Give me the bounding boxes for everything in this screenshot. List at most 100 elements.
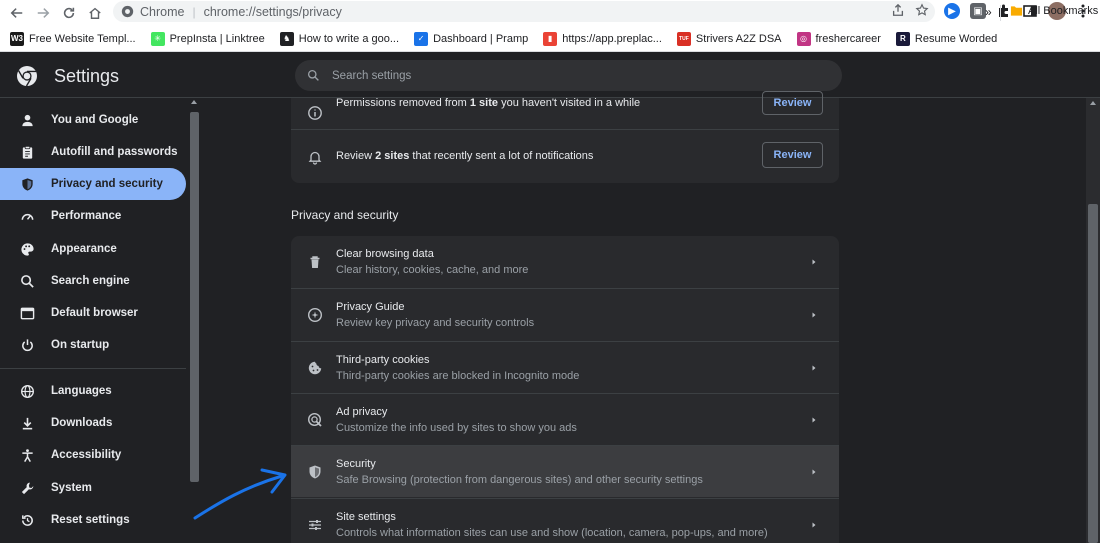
sidebar-item-languages[interactable]: Languages: [0, 375, 186, 407]
speedometer-icon: [21, 213, 34, 220]
sidebar-item-you-and-google[interactable]: You and Google: [0, 104, 186, 136]
sidebar-scroll-up-arrow[interactable]: [191, 100, 197, 104]
search-icon: [307, 69, 319, 81]
shield-icon: [309, 465, 321, 479]
settings-row-subtitle: Customize the info used by sites to show…: [336, 421, 577, 434]
reload-button[interactable]: [56, 2, 82, 24]
sidebar-item-label: Downloads: [51, 417, 113, 429]
sidebar-scrollbar-thumb[interactable]: [190, 112, 199, 482]
all-bookmarks-button[interactable]: All Bookmarks: [1010, 5, 1098, 17]
palette-icon: [21, 242, 34, 256]
address-bar[interactable]: Chrome | chrome://settings/privacy: [113, 1, 935, 22]
chevron-right-icon: [812, 259, 816, 265]
settings-row-privacy-guide[interactable]: Privacy Guide Review key privacy and secu…: [291, 288, 839, 340]
review-notifications-button[interactable]: Review: [762, 142, 823, 168]
sidebar-item-label: Reset settings: [51, 514, 130, 526]
sidebar-item-reset-settings[interactable]: Reset settings: [0, 504, 186, 536]
share-icon[interactable]: [891, 3, 905, 17]
bookmark-item[interactable]: R Resume Worded: [895, 31, 997, 46]
permissions-text-post: you haven't visited in a while: [498, 97, 641, 109]
site-info-chip[interactable]: Chrome: [121, 5, 184, 19]
settings-row-subtitle: Clear history, cookies, cache, and more: [336, 264, 529, 276]
sidebar-item-label: Performance: [51, 210, 122, 222]
bookmarks-divider: [1000, 5, 1001, 21]
ad-privacy-icon: [307, 412, 322, 427]
sidebar-item-search-engine[interactable]: Search engine: [0, 265, 186, 297]
sidebar-item-performance[interactable]: Performance: [0, 200, 186, 232]
settings-row-title: Privacy Guide: [336, 301, 405, 314]
bookmark-item[interactable]: ✓ Dashboard | Pramp: [414, 31, 529, 46]
sidebar-item-on-startup[interactable]: On startup: [0, 329, 186, 361]
settings-row-title: Security: [336, 458, 376, 471]
settings-row-subtitle: Review key privacy and security controls: [336, 317, 535, 330]
sidebar-item-autofill-and-passwords[interactable]: Autofill and passwords: [0, 136, 186, 168]
address-bar-actions: [891, 3, 929, 17]
bookmark-item[interactable]: W3 Free Website Templ...: [10, 31, 136, 46]
trash-icon: [310, 256, 320, 268]
bookmark-item[interactable]: ✳ PrepInsta | Linktree: [150, 31, 265, 46]
all-bookmarks-label: All Bookmarks: [1028, 5, 1099, 17]
pramp-icon: ✓: [414, 31, 429, 46]
bookmark-label: Strivers A2Z DSA: [695, 32, 782, 45]
bell-icon: [308, 151, 322, 165]
settings-row-site-settings[interactable]: Site settings Controls what information s…: [291, 497, 839, 543]
notifications-text-post: that recently sent a lot of notification…: [409, 150, 594, 162]
bookmark-item[interactable]: ♞ How to write a goo...: [279, 31, 399, 46]
notifications-row: Review 2 sites that recently sent a lot …: [291, 129, 839, 183]
section-title: Privacy and security: [291, 208, 399, 222]
star-icon[interactable]: [915, 3, 929, 17]
main-scrollbar-thumb[interactable]: [1088, 204, 1098, 543]
clipboard-icon: [22, 145, 33, 159]
notifications-text-pre: Review: [336, 150, 376, 162]
sliders-icon: [309, 519, 321, 530]
accessibility-icon: [22, 448, 33, 462]
chrome-logo-icon: [17, 66, 37, 87]
address-url[interactable]: chrome://settings/privacy: [204, 5, 342, 19]
settings-header: Settings: [0, 53, 1100, 98]
settings-row-subtitle: Third-party cookies are blocked in Incog…: [336, 369, 580, 382]
sidebar-item-privacy-and-security[interactable]: Privacy and security: [0, 168, 186, 200]
forward-button[interactable]: [30, 2, 56, 24]
sidebar-item-label: On startup: [51, 339, 110, 351]
sidebar-item-downloads[interactable]: Downloads: [0, 407, 186, 439]
page-title: Settings: [54, 66, 120, 86]
bookmark-item[interactable]: ▮ https://app.preplac...: [543, 31, 662, 46]
home-button[interactable]: [82, 2, 108, 24]
permissions-text-pre: Permissions removed from: [336, 97, 470, 109]
settings-row-clear-browsing-data[interactable]: Clear browsing data Clear history, cookie…: [291, 236, 839, 288]
settings-search[interactable]: [295, 60, 842, 91]
annotation-arrow: [193, 468, 287, 520]
bookmarks-overflow-button[interactable]: »: [985, 5, 992, 19]
permissions-text: Permissions removed from 1 site you have…: [336, 96, 640, 109]
sidebar-item-accessibility[interactable]: Accessibility: [0, 439, 186, 471]
sidebar-item-label: Autofill and passwords: [51, 146, 178, 158]
info-icon: [308, 106, 322, 120]
sidebar-item-appearance[interactable]: Appearance: [0, 233, 186, 265]
settings-row-third-party-cookies[interactable]: Third-party cookies Third-party cookies a…: [291, 340, 839, 393]
search-icon: [21, 274, 34, 288]
chevron-right-icon: [812, 522, 816, 527]
review-permissions-button[interactable]: Review: [762, 91, 823, 115]
sidebar-item-default-browser[interactable]: Default browser: [0, 297, 186, 329]
bookmark-item[interactable]: TUF Strivers A2Z DSA: [676, 31, 782, 46]
arrow-left-icon: [10, 8, 23, 18]
compass-icon: [307, 308, 323, 323]
preplaced-icon: ▮: [543, 31, 558, 46]
safety-check-card: Permissions removed from 1 site you have…: [291, 91, 839, 183]
back-button[interactable]: [4, 2, 30, 24]
sidebar-item-system[interactable]: System: [0, 472, 186, 504]
sidebar-item-label: Accessibility: [51, 449, 122, 461]
extension-screen-icon[interactable]: ▣: [970, 3, 986, 19]
settings-row-title: Ad privacy: [336, 405, 388, 418]
w3-icon: W3: [10, 31, 24, 46]
main-scroll-up-arrow[interactable]: [1090, 101, 1096, 105]
settings-row-ad-privacy[interactable]: Ad privacy Customize the info used by sit…: [291, 392, 839, 445]
bookmark-label: freshercareer: [815, 32, 881, 45]
search-input[interactable]: [332, 69, 812, 82]
settings-row-security[interactable]: Security Safe Browsing (protection from d…: [291, 445, 839, 498]
chevron-right-icon: [812, 312, 816, 318]
bookmark-label: Dashboard | Pramp: [433, 32, 529, 45]
notifications-text: Review 2 sites that recently sent a lot …: [336, 150, 593, 162]
extension-blue-icon[interactable]: ▶: [944, 3, 960, 19]
bookmark-item[interactable]: ◎ freshercareer: [796, 31, 881, 46]
